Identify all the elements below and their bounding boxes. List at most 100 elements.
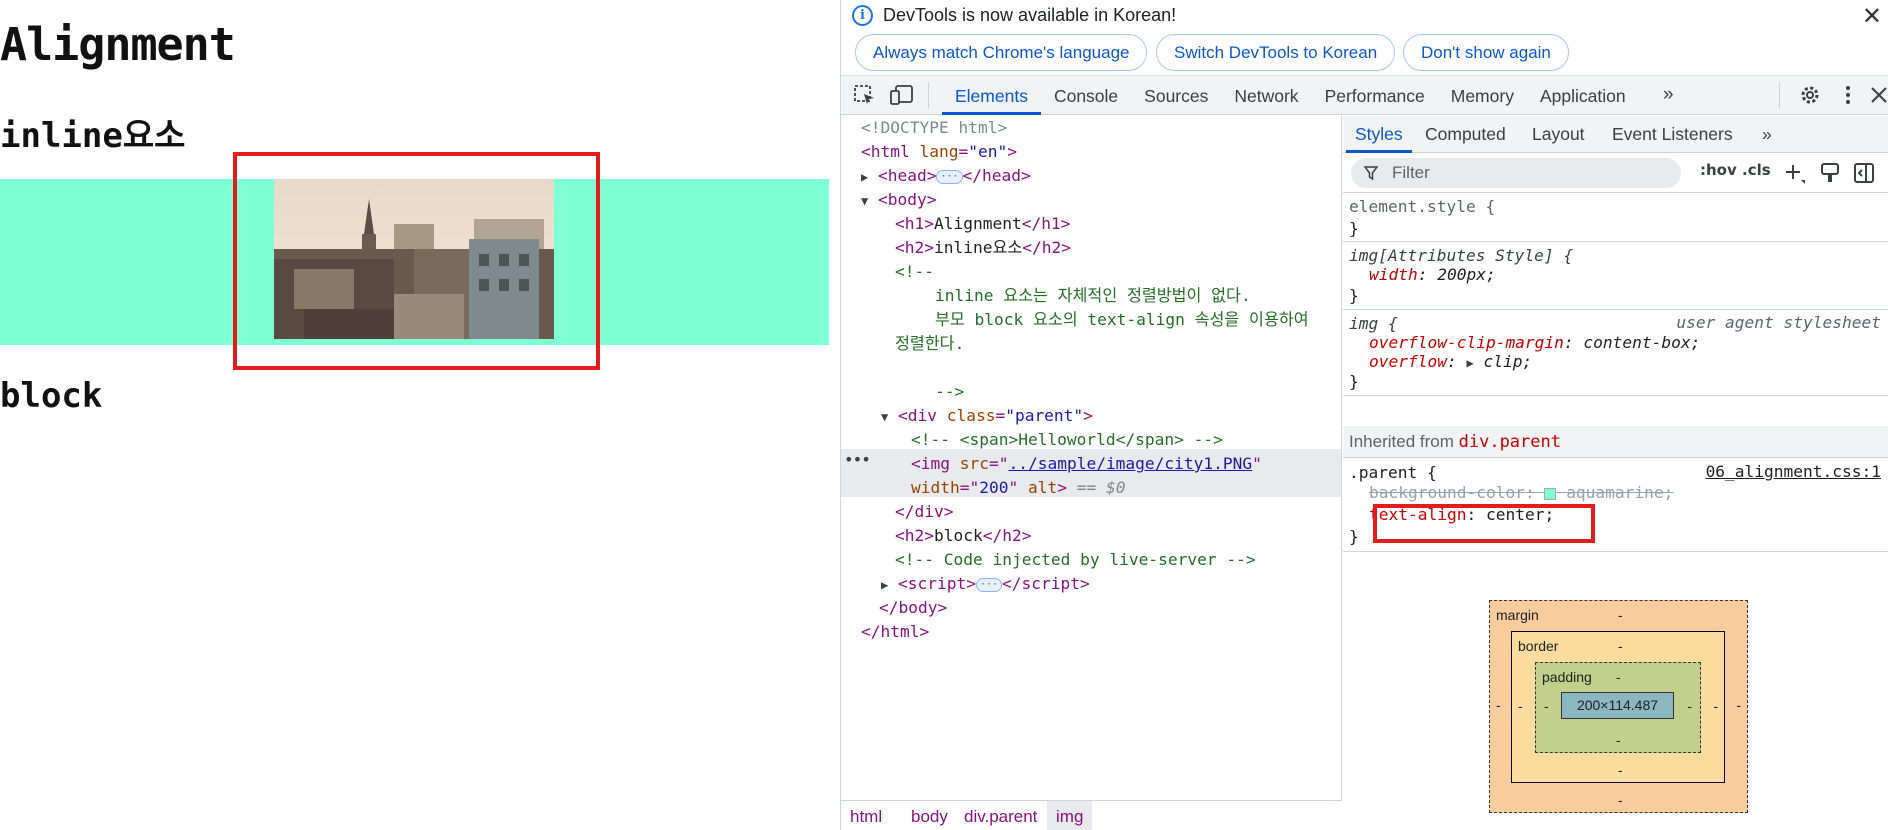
more-style-tabs-icon[interactable]: »	[1762, 116, 1772, 153]
toggle-sidebar-icon[interactable]	[1853, 162, 1875, 184]
padding-left[interactable]: -	[1544, 698, 1549, 714]
ua-decl-2: overflow: ▶ clip;	[1369, 352, 1533, 371]
tab-styles[interactable]: Styles	[1346, 116, 1412, 153]
ellipsis-icon[interactable]: ···	[936, 169, 963, 184]
padding-right[interactable]: -	[1687, 698, 1692, 714]
margin-left[interactable]: -	[1496, 697, 1501, 713]
body-node[interactable]: ▼ <body>	[861, 188, 936, 212]
div-close-node[interactable]: </div>	[895, 500, 953, 524]
expand-triangle-icon[interactable]: ▶	[861, 170, 868, 184]
inherited-from-link[interactable]: div.parent	[1459, 432, 1561, 452]
main-tabs: Elements Console Sources Network Perform…	[942, 76, 1639, 115]
comment-open[interactable]: <!--	[895, 260, 934, 284]
border-right[interactable]: -	[1713, 698, 1718, 714]
border-left[interactable]: -	[1518, 698, 1523, 714]
tab-console[interactable]: Console	[1041, 76, 1131, 115]
ua-val-1: content-box;	[1583, 333, 1701, 352]
border-top[interactable]: -	[1618, 638, 1623, 654]
img-node[interactable]: <img src="../sample/image/city1.PNG"	[911, 452, 1262, 476]
doctype-node[interactable]: <!DOCTYPE html>	[861, 116, 1007, 140]
h2-block-node[interactable]: <h2>block</h2>	[895, 524, 1031, 548]
close-infobar-icon[interactable]: ✕	[1862, 2, 1882, 31]
padding-top[interactable]: -	[1616, 669, 1621, 685]
box-model-border: border - - - - padding - - - - 200×114.4…	[1511, 631, 1725, 783]
dont-show-again-button[interactable]: Don't show again	[1403, 34, 1569, 71]
element-style-selector[interactable]: element.style {	[1349, 196, 1495, 218]
tab-layout[interactable]: Layout	[1532, 116, 1585, 153]
script-node[interactable]: ▶ <script> ··· </script>	[881, 572, 1090, 596]
breadcrumb-body[interactable]: body	[902, 801, 957, 830]
ellipsis-icon[interactable]: ···	[975, 577, 1003, 592]
inherited-label: Inherited from	[1349, 432, 1454, 451]
html-close-node[interactable]: </html>	[861, 620, 929, 644]
close-devtools-icon[interactable]	[1867, 84, 1888, 106]
filter-input[interactable]: Filter	[1351, 158, 1681, 188]
tab-computed[interactable]: Computed	[1425, 116, 1506, 153]
ua-stylesheet-label: user agent stylesheet	[1676, 313, 1881, 332]
tab-sources[interactable]: Sources	[1131, 76, 1221, 115]
rule-attributes-style: img[Attributes Style] { width: 200px; }	[1343, 242, 1888, 310]
styles-pane: Styles Computed Layout Event Listeners »…	[1343, 116, 1888, 830]
new-rule-icon[interactable]	[1784, 163, 1806, 185]
margin-right[interactable]: -	[1736, 697, 1741, 713]
page-title: Alignment	[0, 18, 236, 71]
breadcrumb: html body div.parent img	[841, 800, 1342, 830]
parent-selector[interactable]: .parent {	[1349, 462, 1437, 484]
tab-memory[interactable]: Memory	[1438, 76, 1527, 115]
bg-color-decl[interactable]: background-color: aquamarine;	[1369, 482, 1673, 504]
h1-node[interactable]: <h1>Alignment</h1>	[895, 212, 1070, 236]
div-parent-node[interactable]: ▼ <div class="parent">	[881, 404, 1093, 428]
attr-width-decl[interactable]: width: 200px;	[1369, 264, 1496, 286]
margin-top[interactable]: -	[1618, 607, 1623, 623]
box-model-content[interactable]: 200×114.487	[1561, 692, 1674, 719]
img-src-link[interactable]: ../sample/image/city1.PNG	[1008, 454, 1252, 473]
tab-performance[interactable]: Performance	[1312, 76, 1438, 115]
collapse-triangle-icon[interactable]: ▼	[861, 194, 868, 208]
expand-triangle-icon[interactable]: ▶	[881, 578, 888, 592]
hov-toggle[interactable]: :hov	[1700, 161, 1737, 179]
more-tabs-icon[interactable]: »	[1663, 84, 1674, 106]
settings-gear-icon[interactable]	[1798, 84, 1822, 106]
rule-element-style: element.style { }	[1343, 193, 1888, 242]
infobar-message: DevTools is now available in Korean!	[883, 5, 1177, 25]
border-bottom[interactable]: -	[1618, 762, 1623, 778]
breadcrumb-div-parent[interactable]: div.parent	[955, 801, 1046, 830]
rule-close-brace: }	[1349, 219, 1359, 238]
node-actions-icon[interactable]: •••	[844, 450, 871, 469]
device-toolbar-icon[interactable]	[890, 84, 914, 106]
live-server-comment[interactable]: <!-- Code injected by live-server -->	[895, 548, 1256, 572]
padding-bottom[interactable]: -	[1616, 732, 1621, 748]
color-swatch[interactable]	[1544, 487, 1557, 500]
span-comment-node[interactable]: <!-- <span>Helloworld</span> -->	[911, 428, 1223, 452]
breadcrumb-img[interactable]: img	[1047, 801, 1093, 830]
highlight-box-text-align	[1373, 504, 1595, 543]
attr-width-val: 200px;	[1437, 265, 1496, 284]
expand-triangle-icon[interactable]: ▶	[1466, 356, 1473, 370]
parent-source-link[interactable]: 06_alignment.css:1	[1706, 462, 1881, 481]
head-node[interactable]: ▶ <head> ··· </head>	[861, 164, 1031, 188]
tab-elements[interactable]: Elements	[942, 76, 1041, 115]
bg-color-prop: background-color	[1369, 483, 1525, 502]
body-close-node[interactable]: </body>	[879, 596, 947, 620]
inherited-header: Inherited from div.parent	[1343, 426, 1888, 458]
rule-close-brace: }	[1349, 527, 1359, 546]
divider	[1779, 82, 1780, 109]
html-node[interactable]: <html lang="en">	[861, 140, 1017, 164]
tab-network[interactable]: Network	[1221, 76, 1311, 115]
breadcrumb-html[interactable]: html	[841, 801, 891, 830]
margin-bottom[interactable]: -	[1618, 792, 1623, 808]
tab-application[interactable]: Application	[1527, 76, 1639, 115]
block-heading: block	[0, 376, 103, 416]
match-language-button[interactable]: Always match Chrome's language	[855, 34, 1148, 71]
cls-toggle[interactable]: .cls	[1742, 161, 1771, 179]
collapse-triangle-icon[interactable]: ▼	[881, 410, 888, 424]
styles-tabs: Styles Computed Layout Event Listeners »	[1343, 116, 1888, 153]
h2-node[interactable]: <h2>inline요소</h2>	[895, 236, 1071, 260]
paint-brush-icon[interactable]	[1819, 162, 1841, 184]
img-node-attrs[interactable]: width="200" alt> == $0	[911, 476, 1125, 500]
inspect-element-icon[interactable]	[853, 84, 877, 106]
filter-icon	[1364, 166, 1378, 180]
kebab-menu-icon[interactable]	[1836, 84, 1860, 106]
tab-event-listeners[interactable]: Event Listeners	[1612, 116, 1733, 153]
switch-korean-button[interactable]: Switch DevTools to Korean	[1156, 34, 1396, 71]
